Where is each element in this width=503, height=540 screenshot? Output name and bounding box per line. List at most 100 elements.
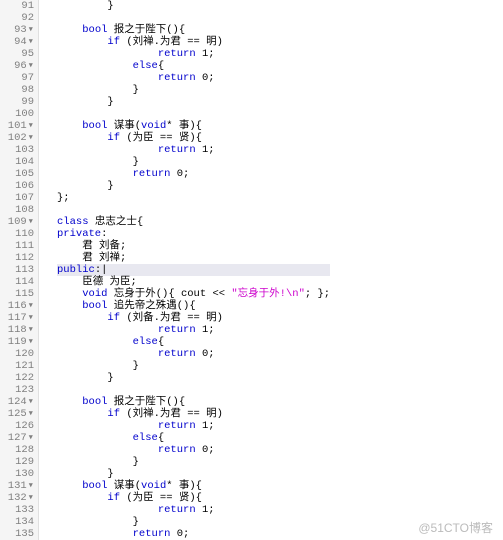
line-number: 103	[0, 144, 34, 156]
fold-marker-icon[interactable]: ▾	[28, 432, 34, 444]
line-number: 92	[0, 12, 34, 24]
line-number: 95	[0, 48, 34, 60]
watermark: @51CTO博客	[418, 522, 493, 534]
fold-marker-icon[interactable]: ▾	[28, 132, 34, 144]
code-line: private:	[57, 228, 330, 240]
code-line: }	[57, 0, 330, 12]
line-number: 117▾	[0, 312, 34, 324]
code-line: return 1;	[57, 48, 330, 60]
line-number: 128	[0, 444, 34, 456]
line-number: 100	[0, 108, 34, 120]
code-line: 君 刘禅;	[57, 252, 330, 264]
line-number: 134	[0, 516, 34, 528]
line-number: 98	[0, 84, 34, 96]
code-line: else{	[57, 60, 330, 72]
line-number: 109▾	[0, 216, 34, 228]
fold-marker-icon[interactable]: ▾	[28, 396, 34, 408]
line-number: 132▾	[0, 492, 34, 504]
code-line: }	[57, 360, 330, 372]
code-line: else{	[57, 336, 330, 348]
code-line: };	[57, 192, 330, 204]
line-number: 116▾	[0, 300, 34, 312]
fold-marker-icon[interactable]: ▾	[28, 120, 34, 132]
fold-marker-icon[interactable]: ▾	[28, 336, 34, 348]
code-line: }	[57, 456, 330, 468]
line-number: 107	[0, 192, 34, 204]
line-number: 108	[0, 204, 34, 216]
code-line: bool 谋事(void* 事){	[57, 480, 330, 492]
line-number: 121	[0, 360, 34, 372]
code-line: return 1;	[57, 144, 330, 156]
code-line: class 忠志之士{	[57, 216, 330, 228]
code-line: return 0;	[57, 168, 330, 180]
code-line: return 0;	[57, 348, 330, 360]
code-line	[57, 384, 330, 396]
fold-marker-icon[interactable]: ▾	[28, 24, 34, 36]
code-line: }	[57, 516, 330, 528]
code-line: }	[57, 468, 330, 480]
code-line: }	[57, 96, 330, 108]
code-line: 君 刘备;	[57, 240, 330, 252]
fold-marker-icon[interactable]: ▾	[28, 480, 34, 492]
code-line: else{	[57, 432, 330, 444]
code-line: if (刘禅.为君 == 明)	[57, 36, 330, 48]
line-number: 124▾	[0, 396, 34, 408]
code-line: bool 追先帝之殊遇(){	[57, 300, 330, 312]
fold-marker-icon[interactable]: ▾	[28, 300, 34, 312]
line-number-gutter[interactable]: 919293▾94▾9596▾979899100101▾102▾10310410…	[0, 0, 39, 540]
fold-marker-icon[interactable]: ▾	[28, 312, 34, 324]
code-line: bool 谋事(void* 事){	[57, 120, 330, 132]
code-line: if (刘备.为君 == 明)	[57, 312, 330, 324]
line-number: 93▾	[0, 24, 34, 36]
line-number: 104	[0, 156, 34, 168]
line-number: 120	[0, 348, 34, 360]
line-number: 97	[0, 72, 34, 84]
code-line: return 1;	[57, 420, 330, 432]
line-number: 119▾	[0, 336, 34, 348]
line-number: 123	[0, 384, 34, 396]
code-line: return 0;	[57, 72, 330, 84]
line-number: 110	[0, 228, 34, 240]
code-line: bool 报之于陛下(){	[57, 396, 330, 408]
code-line: }	[57, 84, 330, 96]
code-line: if (刘禅.为君 == 明)	[57, 408, 330, 420]
code-line: return 0;	[57, 528, 330, 540]
line-number: 91	[0, 0, 34, 12]
line-number: 99	[0, 96, 34, 108]
line-number: 130	[0, 468, 34, 480]
fold-marker-icon[interactable]: ▾	[28, 492, 34, 504]
line-number: 102▾	[0, 132, 34, 144]
code-line	[57, 12, 330, 24]
code-line	[57, 108, 330, 120]
line-number: 133	[0, 504, 34, 516]
code-line: return 0;	[57, 444, 330, 456]
line-number: 96▾	[0, 60, 34, 72]
code-line: 臣德 为臣;	[57, 276, 330, 288]
line-number: 113	[0, 264, 34, 276]
line-number: 112	[0, 252, 34, 264]
fold-marker-icon[interactable]: ▾	[28, 408, 34, 420]
fold-marker-icon[interactable]: ▾	[28, 60, 34, 72]
line-number: 111	[0, 240, 34, 252]
line-number: 101▾	[0, 120, 34, 132]
code-line: return 1;	[57, 504, 330, 516]
line-number: 129	[0, 456, 34, 468]
line-number: 126	[0, 420, 34, 432]
line-number: 135	[0, 528, 34, 540]
fold-marker-icon[interactable]: ▾	[28, 324, 34, 336]
line-number: 94▾	[0, 36, 34, 48]
code-line: if (为臣 == 贤){	[57, 492, 330, 504]
code-line: }	[57, 372, 330, 384]
code-line: }	[57, 180, 330, 192]
code-editor: 919293▾94▾9596▾979899100101▾102▾10310410…	[0, 0, 503, 540]
line-number: 106	[0, 180, 34, 192]
code-area[interactable]: } bool 报之于陛下(){ if (刘禅.为君 == 明) return 1…	[39, 0, 330, 540]
line-number: 105	[0, 168, 34, 180]
fold-marker-icon[interactable]: ▾	[28, 36, 34, 48]
line-number: 118▾	[0, 324, 34, 336]
fold-marker-icon[interactable]: ▾	[28, 216, 34, 228]
code-line	[57, 204, 330, 216]
code-line: void 忘身于外(){ cout << "忘身于外!\n"; };	[57, 288, 330, 300]
code-line: bool 报之于陛下(){	[57, 24, 330, 36]
line-number: 122	[0, 372, 34, 384]
